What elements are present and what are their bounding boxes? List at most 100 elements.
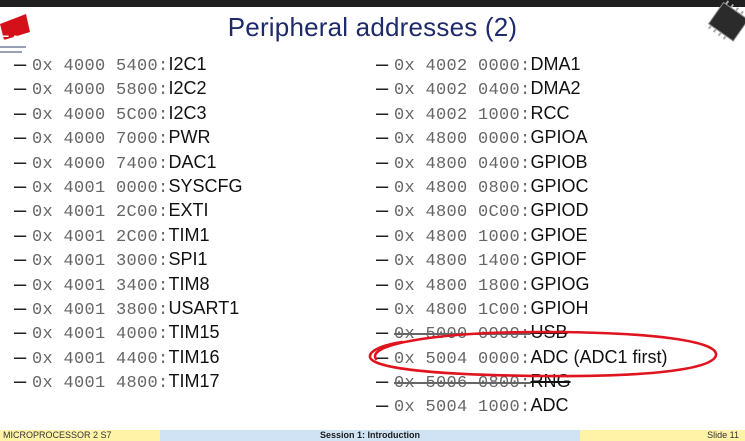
address-row: –0x 4001 2C00:TIM1 [14,221,243,247]
bullet-dash: – [14,319,27,345]
peripheral-name: EXTI [168,200,209,221]
bullet-dash: – [376,75,389,101]
bullet-dash: – [14,51,27,76]
peripheral-address: 0x 4800 0000: [394,130,531,150]
bullet-dash: – [376,148,389,174]
peripheral-name: RCC [530,102,570,123]
peripheral-address: 0x 4001 2C00: [32,227,169,247]
address-row: –0x 4001 3400:TIM8 [14,270,243,296]
peripheral-name: SYSCFG [168,175,243,196]
slide-title: Peripheral addresses (2) [227,12,518,42]
peripheral-address: 0x 4001 4400: [32,349,169,369]
logo-text: EA [0,32,22,48]
peripheral-name: GPIOE [530,224,588,245]
peripheral-name: TIM8 [168,273,210,294]
peripheral-address: 0x 4001 3800: [32,300,169,320]
peripheral-address: 0x 4001 3000: [32,252,169,272]
peripheral-address: 0x 4002 1000: [394,105,531,125]
peripheral-name: I2C1 [168,54,207,74]
bullet-dash: – [14,197,27,223]
address-row: –0x 4800 0C00:GPIOD [376,197,668,223]
bullet-dash: – [14,99,27,125]
address-row: –0x 4001 0000:SYSCFG [14,172,243,198]
title-bar: Peripheral addresses (2) [0,7,745,47]
peripheral-address: 0x 5004 1000: [394,398,531,418]
peripheral-name: DMA1 [530,54,581,74]
peripheral-name: GPIOG [530,273,590,294]
chip-icon [705,0,745,52]
footer: MICROPROCESSOR 2 S7 Session 1: Introduct… [0,430,745,441]
bullet-dash: – [376,172,389,198]
peripheral-name: TIM17 [168,371,220,392]
address-row: –0x 4000 5400:I2C1 [14,51,243,76]
peripheral-name: USART1 [168,297,240,318]
peripheral-address: 0x 4800 1000: [394,227,531,247]
peripheral-address: 0x 4002 0000: [394,57,531,76]
bullet-dash: – [14,221,27,247]
peripheral-address: 0x 4000 7400: [32,154,169,174]
peripheral-name: TIM16 [168,346,220,367]
bullet-dash: – [14,75,27,101]
peripheral-name: GPIOH [530,297,589,318]
peripheral-address: 0x 4000 5400: [32,57,169,76]
top-band [0,0,745,7]
peripheral-name: ADC [530,395,569,416]
peripheral-name: DMA2 [530,78,581,99]
address-row: –0x 4800 0800:GPIOC [376,172,668,198]
peripheral-name: TIM1 [168,224,210,245]
address-row: –0x 4001 3800:USART1 [14,294,243,320]
bullet-dash: – [376,99,389,125]
peripheral-address: 0x 4000 5C00: [32,105,169,125]
peripheral-name: GPIOF [530,249,587,270]
address-row: –0x 4800 1C00:GPIOH [376,294,668,320]
peripheral-name: I2C3 [168,102,207,123]
address-row: –0x 4000 7000:PWR [14,124,243,149]
address-row: –0x 4002 0000:DMA1 [376,51,668,76]
peripheral-address: 0x 4001 4800: [32,374,169,394]
address-row: –0x 4002 1000:RCC [376,99,668,125]
bullet-dash: – [14,172,27,198]
bullet-dash: – [376,221,389,247]
peripheral-address: 0x 4800 0400: [394,154,531,174]
address-row: –0x 4000 5800:I2C2 [14,75,243,101]
address-row: –0x 4001 2C00:EXTI [14,197,243,223]
address-row: –0x 4000 7400:DAC1 [14,148,243,174]
peripheral-name: GPIOB [530,151,588,172]
peripheral-name: GPIOA [530,127,588,148]
address-row: –0x 4002 0400:DMA2 [376,75,668,101]
peripheral-address: 0x 4800 1400: [394,252,531,272]
peripheral-address: 0x 4000 5800: [32,81,169,101]
footer-course: MICROPROCESSOR 2 S7 [0,430,160,441]
peripheral-address: 0x 4800 0C00: [394,203,531,223]
footer-slide-number: Slide 11 [580,430,745,441]
address-row: –0x 4000 5C00:I2C3 [14,99,243,125]
peripheral-address: 0x 4800 1C00: [394,300,531,320]
peripheral-name: SPI1 [168,249,208,270]
bullet-dash: – [14,148,27,174]
bullet-dash: – [376,294,389,320]
peripheral-address: 0x 4800 1800: [394,276,531,296]
peripheral-name: I2C2 [168,78,207,99]
bullet-dash: – [376,392,389,418]
footer-session: Session 1: Introduction [160,430,580,441]
highlight-ellipse [368,330,718,378]
peripheral-address: 0x 4001 4000: [32,325,169,345]
bullet-dash: – [14,270,27,296]
address-row: –0x 4800 1000:GPIOE [376,221,668,247]
peripheral-address: 0x 4001 2C00: [32,203,169,223]
address-row: –0x 4001 4800:TIM17 [14,368,243,394]
peripheral-name: DAC1 [168,151,217,172]
peripheral-name: TIM15 [168,322,220,343]
bullet-dash: – [14,294,27,320]
address-row: –0x 4800 0400:GPIOB [376,148,668,174]
address-row: –0x 4001 4400:TIM16 [14,344,243,369]
address-row: –0x 4800 1400:GPIOF [376,246,668,272]
bullet-dash: – [376,246,389,272]
peripheral-address: 0x 4002 0400: [394,81,531,101]
address-row: –0x 4800 0000:GPIOA [376,124,668,150]
bullet-dash: – [376,197,389,223]
address-row: –0x 4800 1800:GPIOG [376,271,668,296]
peripheral-address: 0x 4800 0800: [394,178,531,198]
left-address-list: –0x 4000 5400:I2C1–0x 4000 5800:I2C2–0x … [14,51,243,394]
bullet-dash: – [376,124,389,150]
